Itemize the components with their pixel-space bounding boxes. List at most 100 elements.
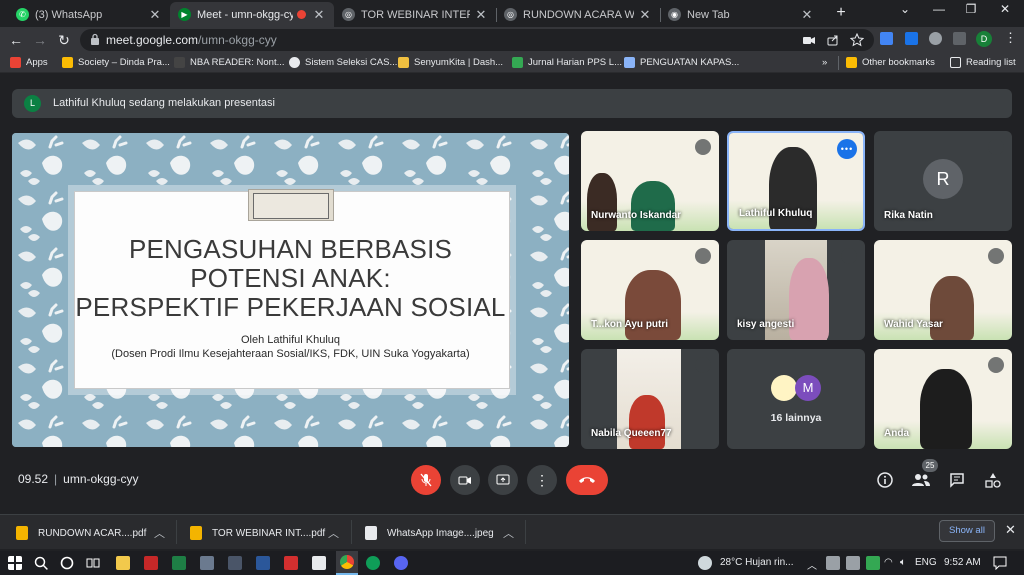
close-tab-icon[interactable]: ✕ xyxy=(148,7,162,23)
site-icon xyxy=(62,57,73,68)
address-bar[interactable]: meet.google.com/umn-okgg-cyy xyxy=(80,29,874,51)
people-button[interactable] xyxy=(911,470,931,490)
bookmark-item[interactable]: Society – Dinda Pra... xyxy=(62,55,170,70)
app-icon[interactable] xyxy=(312,556,326,570)
more-bookmarks-chevron-icon[interactable]: » xyxy=(822,55,827,70)
reading-list[interactable]: Reading list xyxy=(950,55,1016,70)
tray-icon[interactable] xyxy=(866,556,880,570)
bookmark-label: Apps xyxy=(26,57,48,68)
screencast-extension-icon[interactable] xyxy=(905,32,918,45)
app-icon[interactable] xyxy=(228,556,242,570)
acrobat-icon[interactable] xyxy=(284,556,298,570)
toggle-mic-button[interactable] xyxy=(411,465,441,495)
file-explorer-icon[interactable] xyxy=(116,556,130,570)
tray-icon[interactable] xyxy=(846,556,860,570)
presentation-stage[interactable]: PENGASUHAN BERBASIS POTENSI ANAK: PERSPE… xyxy=(12,133,569,447)
volume-icon[interactable]: 🔈︎ xyxy=(900,557,906,568)
bookmark-item[interactable]: Jurnal Harian PPS L... xyxy=(512,55,622,70)
participant-tile[interactable]: R Rika Natin xyxy=(874,131,1012,231)
bookmark-apps[interactable]: Apps xyxy=(10,55,48,70)
chevron-up-icon[interactable]: ︿ xyxy=(154,525,165,541)
close-tab-icon[interactable]: ✕ xyxy=(312,7,326,23)
site-icon xyxy=(174,57,185,68)
close-tab-icon[interactable]: ✕ xyxy=(800,7,814,23)
browser-menu-icon[interactable]: ⋮ xyxy=(1004,30,1017,46)
chat-button[interactable] xyxy=(947,470,967,490)
word-icon[interactable] xyxy=(256,556,270,570)
participant-tile[interactable]: ••• Lathiful Khuluq xyxy=(727,131,865,231)
weather-text[interactable]: 28°C Hujan rin... xyxy=(720,557,793,568)
download-item[interactable]: TOR WEBINAR INT....pdf xyxy=(190,522,325,544)
show-all-downloads-button[interactable]: Show all xyxy=(939,520,995,542)
participant-tile[interactable]: Nurwanto Iskandar xyxy=(581,131,719,231)
search-icon[interactable] xyxy=(34,556,48,570)
share-icon[interactable] xyxy=(826,33,840,47)
clock[interactable]: 9:52 AM xyxy=(944,557,981,568)
slide-title: PENGASUHAN BERBASIS POTENSI ANAK: PERSPE… xyxy=(12,235,569,322)
participant-tile-others[interactable]: M 16 lainnya xyxy=(727,349,865,449)
task-view-icon[interactable] xyxy=(86,556,100,570)
more-options-icon[interactable]: ••• xyxy=(837,139,857,159)
whatsapp-icon: ✆ xyxy=(16,8,29,21)
download-item[interactable]: WhatsApp Image....jpeg xyxy=(365,522,494,544)
other-bookmarks[interactable]: Other bookmarks xyxy=(846,55,935,70)
bookmark-item[interactable]: PENGUATAN KAPAS... xyxy=(624,55,739,70)
tab-meet[interactable]: ▶ Meet - umn-okgg-cyy ✕ xyxy=(170,2,334,27)
new-tab-button[interactable]: + xyxy=(832,4,850,22)
meeting-details-icon[interactable] xyxy=(875,470,895,490)
activities-button[interactable] xyxy=(983,470,1003,490)
participant-tile[interactable]: Wahid Yasar xyxy=(874,240,1012,340)
more-options-button[interactable]: ⋮ xyxy=(527,465,557,495)
close-tab-icon[interactable]: ✕ xyxy=(474,7,488,23)
bookmark-item[interactable]: Sistem Seleksi CAS... xyxy=(289,55,397,70)
back-button[interactable]: ← xyxy=(6,30,26,50)
close-tab-icon[interactable]: ✕ xyxy=(638,7,652,23)
toggle-camera-button[interactable] xyxy=(450,465,480,495)
leave-call-button[interactable] xyxy=(566,465,608,495)
presentation-banner: L Lathiful Khuluq sedang melakukan prese… xyxy=(12,89,1012,118)
participant-name: Wahid Yasar xyxy=(884,319,943,330)
forward-button[interactable]: → xyxy=(30,30,50,50)
profile-avatar[interactable]: D xyxy=(976,31,992,47)
download-item[interactable]: RUNDOWN ACAR....pdf xyxy=(16,522,146,544)
chevron-up-icon[interactable]: ︿ xyxy=(503,525,514,541)
minimize-button[interactable]: — xyxy=(924,2,954,16)
tray-icon[interactable] xyxy=(826,556,840,570)
tab-new-tab[interactable]: ◉ New Tab ✕ xyxy=(660,2,822,27)
participant-tile[interactable]: Nabila Queeen77 xyxy=(581,349,719,449)
excel-icon[interactable] xyxy=(172,556,186,570)
weather-cloud-icon[interactable] xyxy=(698,556,712,570)
extension-icon[interactable] xyxy=(929,32,942,45)
restore-button[interactable]: ❐ xyxy=(956,2,986,16)
bookmark-item[interactable]: NBA READER: Nont... xyxy=(174,55,285,70)
tray-chevron-icon[interactable]: ︿ xyxy=(807,557,817,572)
participant-tile[interactable]: kisy angesti xyxy=(727,240,865,340)
reload-button[interactable]: ↻ xyxy=(54,30,74,50)
puzzle-extensions-icon[interactable] xyxy=(953,32,966,45)
participant-tile-self[interactable]: Anda xyxy=(874,349,1012,449)
tab-tor-webinar[interactable]: ◎ TOR WEBINAR INTERVENSI M ✕ xyxy=(334,2,496,27)
windows-start-icon[interactable] xyxy=(8,556,22,570)
discord-icon[interactable] xyxy=(394,556,408,570)
notifications-icon[interactable] xyxy=(993,556,1007,570)
close-window-button[interactable]: ✕ xyxy=(990,2,1020,16)
close-downloads-icon[interactable]: ✕ xyxy=(1005,522,1016,538)
tab-search-icon[interactable]: ⌄ xyxy=(890,2,920,16)
participant-tile[interactable]: T...kon Ayu putri xyxy=(581,240,719,340)
docs-extension-icon[interactable] xyxy=(880,32,893,45)
chrome-taskbar-button[interactable] xyxy=(336,551,358,575)
tab-whatsapp[interactable]: ✆ (3) WhatsApp ✕ xyxy=(8,2,170,27)
chevron-up-icon[interactable]: ︿ xyxy=(328,525,339,541)
tab-rundown[interactable]: ◎ RUNDOWN ACARA WEBINAR ✕ xyxy=(496,2,660,27)
app-icon[interactable] xyxy=(144,556,158,570)
app-icon[interactable] xyxy=(200,556,214,570)
cortana-icon[interactable] xyxy=(60,556,74,570)
keyboard-language[interactable]: ENG xyxy=(915,557,937,568)
present-now-button[interactable] xyxy=(488,465,518,495)
edge-icon[interactable] xyxy=(366,556,380,570)
bookmark-item[interactable]: SenyumKita | Dash... xyxy=(398,55,503,70)
wifi-icon[interactable]: ◠ xyxy=(884,557,893,568)
bookmark-star-icon[interactable] xyxy=(850,33,864,47)
bookmarks-divider xyxy=(838,56,839,70)
camera-icon[interactable] xyxy=(802,33,816,47)
